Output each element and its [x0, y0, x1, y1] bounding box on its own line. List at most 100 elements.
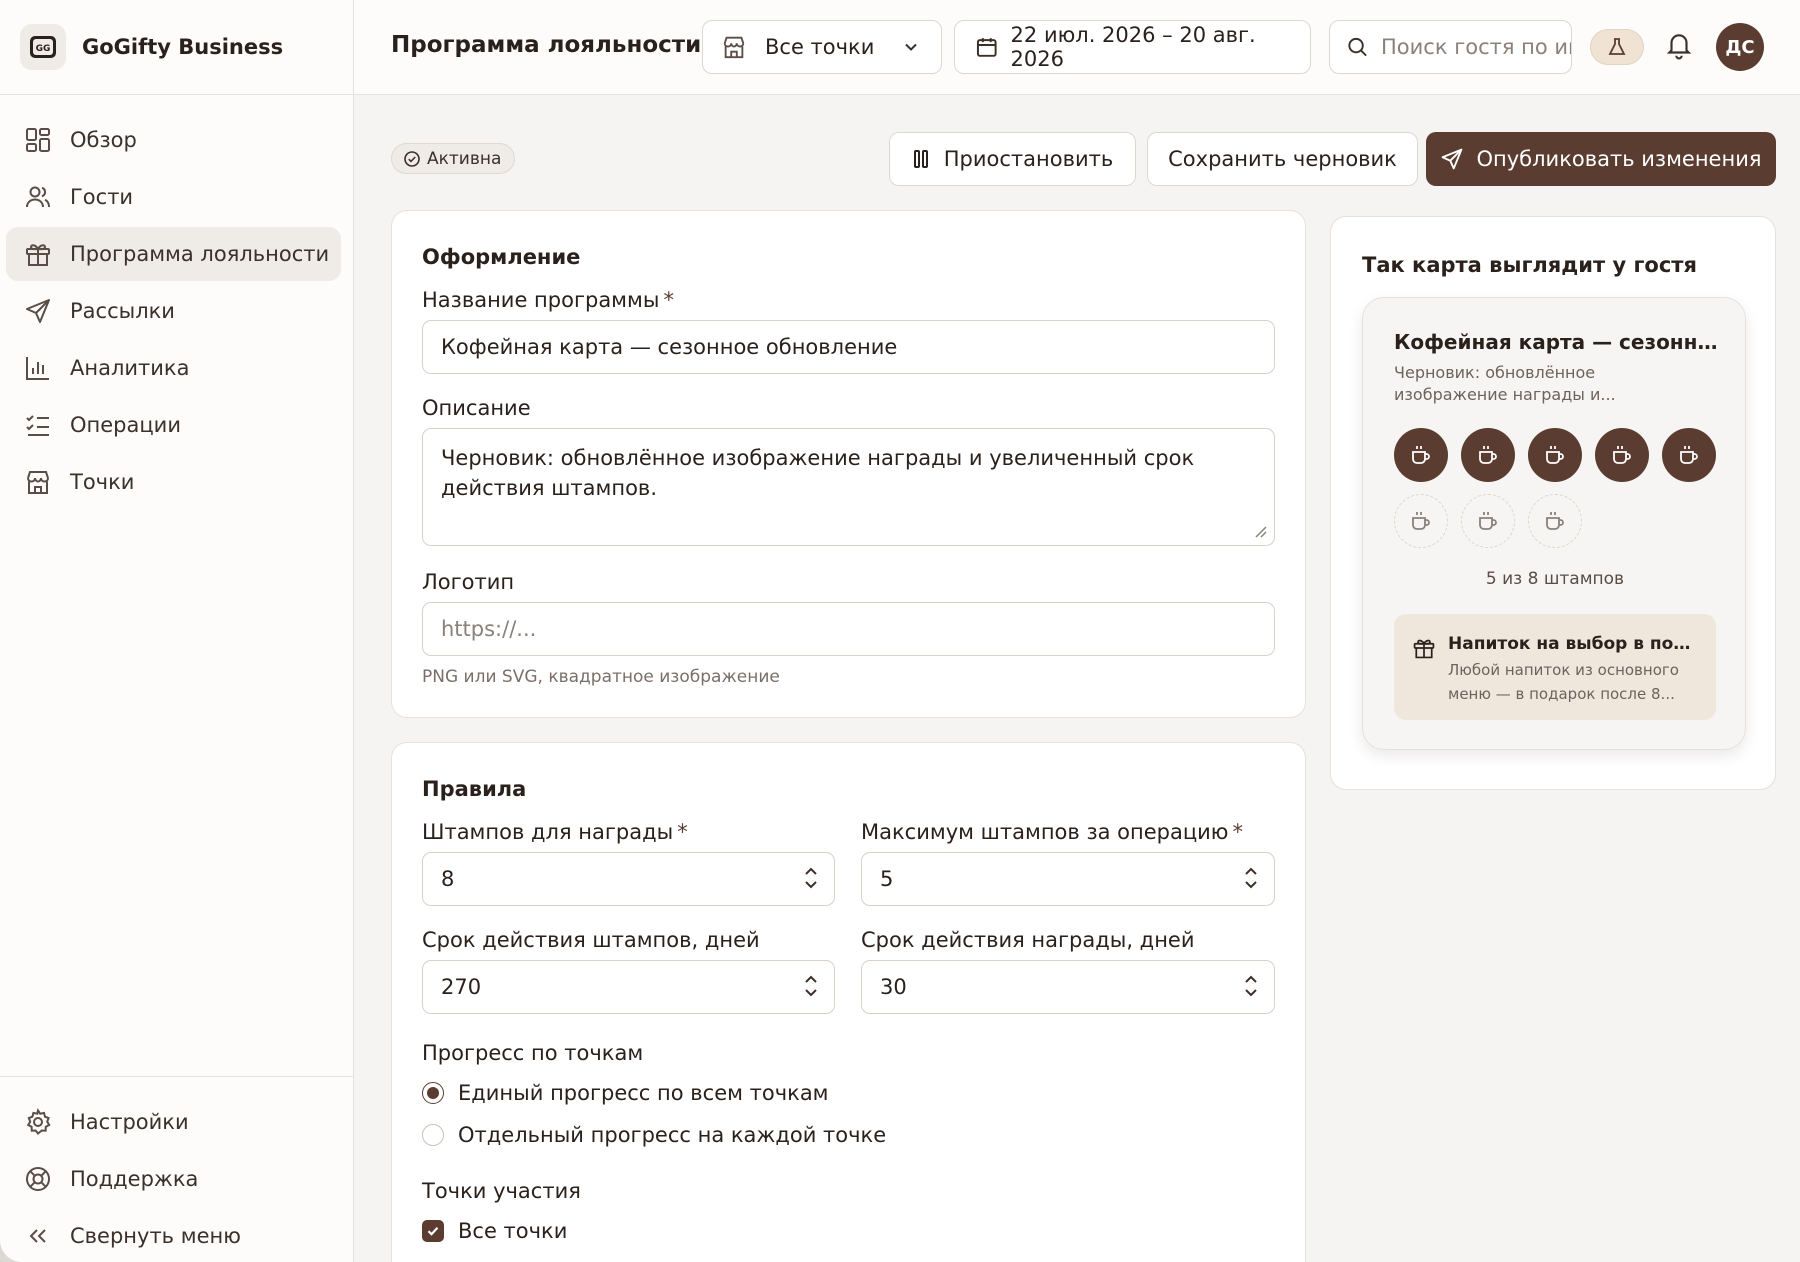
all-points-checkbox[interactable] — [422, 1220, 444, 1242]
status-badge-label: Активна — [427, 148, 502, 169]
reward-description: Любой напиток из основного меню — в пода… — [1448, 661, 1679, 703]
date-range-picker[interactable]: 22 июл. 2026 – 20 авг. 2026 — [954, 20, 1311, 74]
reward-title: Напиток на выбор в подарок — [1448, 634, 1704, 654]
chevron-down-icon — [905, 43, 917, 51]
design-card: Оформление Название программы* Описание … — [391, 210, 1306, 718]
stepper-icon[interactable] — [801, 863, 821, 893]
guest-search[interactable] — [1329, 20, 1572, 74]
stamps-for-reward-input[interactable] — [422, 852, 835, 906]
gift-icon — [26, 244, 50, 266]
resize-handle-icon[interactable] — [1253, 524, 1267, 538]
stepper-icon[interactable] — [1241, 971, 1261, 1001]
all-points-checkbox-row[interactable]: Все точки — [422, 1219, 567, 1243]
status-badge: Активна — [391, 143, 516, 174]
sidebar-item-guests[interactable]: Гости — [6, 170, 341, 224]
stamp-filled — [1528, 428, 1582, 482]
sidebar-item-label: Рассылки — [70, 299, 175, 323]
sidebar-item-stores[interactable]: Точки — [6, 455, 341, 509]
logo-url-input[interactable] — [422, 602, 1275, 656]
coffee-cup-icon — [1412, 512, 1430, 530]
sidebar-item-settings[interactable]: Настройки — [6, 1095, 341, 1149]
sidebar-item-label: Обзор — [70, 128, 137, 152]
stamps-for-reward-field — [422, 852, 835, 906]
stepper-icon[interactable] — [1241, 863, 1261, 893]
progress-option-per-store[interactable]: Отдельный прогресс на каждой точке — [422, 1123, 886, 1147]
store-select[interactable]: Все точки — [702, 20, 942, 74]
reward-validity-field — [861, 960, 1275, 1014]
description-textarea[interactable]: Черновик: обновлённое изображение наград… — [422, 428, 1275, 546]
radio-button[interactable] — [422, 1124, 444, 1146]
max-stamps-field — [861, 852, 1275, 906]
max-stamps-label: Максимум штампов за операцию * — [861, 820, 1243, 844]
reward-block: Напиток на выбор в подарок Любой напиток… — [1394, 614, 1716, 720]
search-icon — [1348, 37, 1367, 57]
guest-search-input[interactable] — [1381, 35, 1571, 59]
progress-option-unified[interactable]: Единый прогресс по всем точкам — [422, 1081, 829, 1105]
radio-label: Отдельный прогресс на каждой точке — [458, 1123, 887, 1147]
max-stamps-input[interactable] — [861, 852, 1275, 906]
stamp-filled — [1662, 428, 1716, 482]
bell-icon[interactable] — [1664, 30, 1694, 60]
avatar[interactable]: ДС — [1716, 23, 1764, 71]
sidebar-item-support[interactable]: Поддержка — [6, 1152, 341, 1206]
progress-mode-label: Прогресс по точкам — [422, 1041, 644, 1065]
top-header: Программа лояльности Все точки 22 июл. 2… — [354, 0, 1800, 95]
stamp-filled — [1595, 428, 1649, 482]
stamps-for-reward-label: Штампов для награды * — [422, 820, 688, 844]
pause-button[interactable]: Приостановить — [889, 132, 1136, 186]
sidebar-item-analytics[interactable]: Аналитика — [6, 341, 341, 395]
logo-icon: GG — [30, 36, 56, 58]
send-icon — [26, 299, 50, 323]
chevrons-left-icon — [29, 1229, 46, 1243]
logo-hint: PNG или SVG, квадратное изображение — [422, 667, 780, 687]
list-check-icon — [26, 415, 49, 436]
stepper-icon[interactable] — [801, 971, 821, 1001]
coffee-cup-icon — [1680, 446, 1698, 464]
radio-button[interactable] — [422, 1082, 444, 1104]
sidebar-item-mailings[interactable]: Рассылки — [6, 284, 341, 338]
send-icon — [1442, 148, 1463, 170]
calendar-icon — [976, 38, 997, 57]
sidebar-item-label: Аналитика — [70, 356, 190, 380]
preview-title: Так карта выглядит у гостя — [1362, 253, 1697, 277]
stamp-empty — [1394, 494, 1448, 548]
sidebar-item-overview[interactable]: Обзор — [6, 113, 341, 167]
stamp-empty — [1461, 494, 1515, 548]
check-icon — [427, 1227, 439, 1236]
logo-label: Логотип — [422, 570, 515, 594]
sidebar-nav: Обзор Гости Программа лояльности Рассылк… — [0, 95, 353, 509]
brand[interactable]: GG GoGifty Business — [0, 0, 353, 95]
brand-name: GoGifty Business — [82, 35, 284, 59]
store-icon — [723, 36, 745, 59]
sidebar-item-loyalty[interactable]: Программа лояльности — [6, 227, 341, 281]
coffee-cup-icon — [1613, 446, 1631, 464]
brand-logo: GG — [20, 24, 66, 70]
rules-card: Правила Штампов для награды* Максимум шт… — [391, 742, 1306, 1262]
beta-features-button[interactable] — [1590, 29, 1644, 65]
stamp-filled — [1461, 428, 1515, 482]
store-select-value: Все точки — [765, 35, 875, 59]
stamp-validity-field — [422, 960, 835, 1014]
sidebar-item-label: Программа лояльности — [70, 242, 330, 266]
participating-points-label: Точки участия — [422, 1179, 581, 1203]
publish-button[interactable]: Опубликовать изменения — [1426, 132, 1776, 186]
all-points-label: Все точки — [458, 1219, 568, 1243]
sidebar-item-label: Настройки — [70, 1110, 189, 1134]
date-range-value: 22 июл. 2026 – 20 авг. 2026 — [1010, 23, 1256, 71]
coffee-cup-icon — [1546, 512, 1564, 530]
reward-validity-input[interactable] — [861, 960, 1275, 1014]
publish-button-label: Опубликовать изменения — [1476, 147, 1762, 171]
sidebar-item-operations[interactable]: Операции — [6, 398, 341, 452]
save-draft-button[interactable]: Сохранить черновик — [1147, 132, 1418, 186]
loyalty-card-name: Кофейная карта — сезонное обновление — [1394, 330, 1724, 354]
users-icon — [26, 186, 50, 208]
program-name-input[interactable] — [422, 320, 1275, 374]
radio-label: Единый прогресс по всем точкам — [458, 1081, 829, 1105]
loyalty-card-preview: Кофейная карта — сезонное обновление Чер… — [1362, 297, 1746, 750]
flask-icon — [1608, 38, 1626, 55]
coffee-cup-icon — [1546, 446, 1564, 464]
sidebar-item-label: Гости — [70, 185, 134, 209]
stamp-validity-input[interactable] — [422, 960, 835, 1014]
description-label: Описание — [422, 396, 531, 420]
collapse-menu-button[interactable]: Свернуть меню — [6, 1209, 341, 1262]
